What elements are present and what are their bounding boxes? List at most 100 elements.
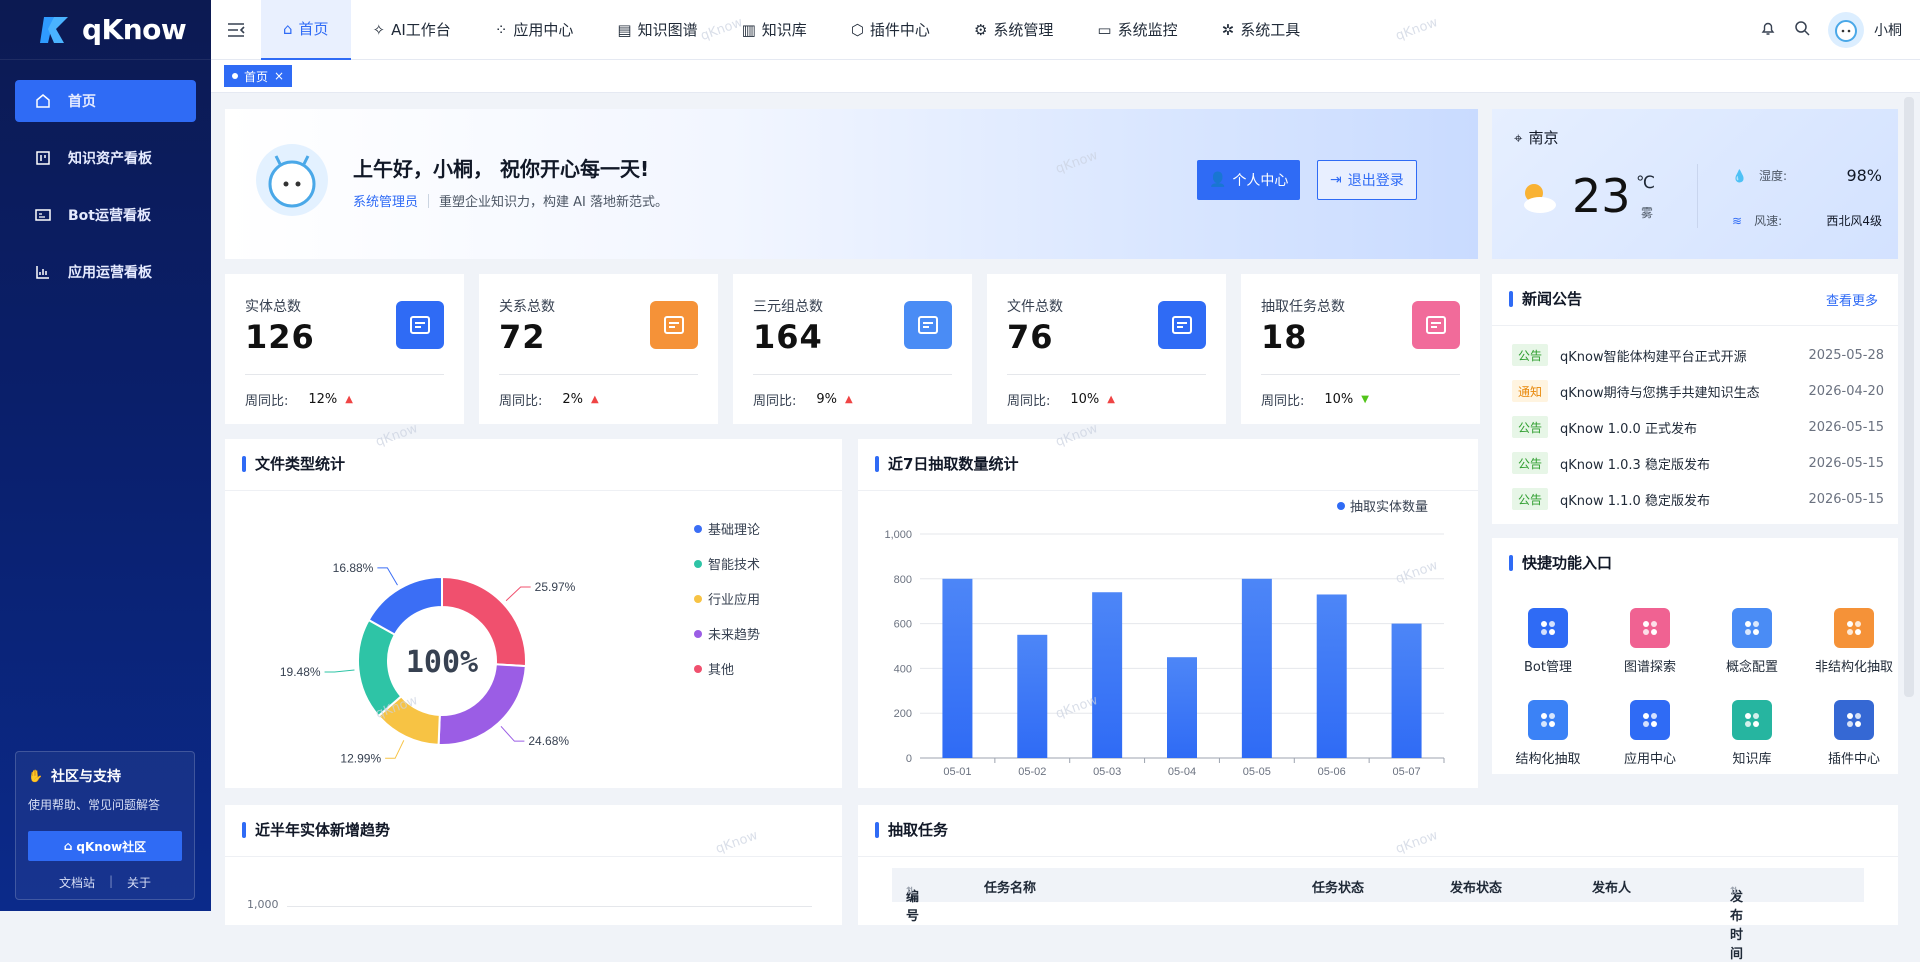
- nav-system-management[interactable]: ⚙ 系统管理: [952, 0, 1075, 60]
- bar[interactable]: [942, 578, 973, 758]
- bar[interactable]: [1316, 594, 1347, 758]
- legend-label[interactable]: 未来趋势: [708, 627, 760, 643]
- news-item[interactable]: 公告 qKnow智能体构建平台正式开源 2025-05-28: [1512, 343, 1884, 367]
- legend-label[interactable]: 基础理论: [708, 523, 760, 538]
- nav-ai-workbench[interactable]: ✧ AI工作台: [351, 0, 473, 60]
- nav-label: 系统管理: [993, 21, 1054, 39]
- logout-icon: ⇥: [1330, 172, 1342, 188]
- arrow-down-icon: ▼: [1361, 394, 1369, 405]
- nav-label: 知识图谱: [637, 21, 698, 39]
- stat-card: 实体总数 126 周同比: 12% ▲: [225, 274, 464, 424]
- bar[interactable]: [1391, 623, 1422, 758]
- ai-icon: ✧: [372, 20, 386, 39]
- quick-item[interactable]: 概念配置: [1702, 608, 1802, 675]
- pie-data-label: 12.99%: [340, 751, 381, 765]
- quick-item[interactable]: 图谱探索: [1600, 608, 1700, 675]
- news-date: 2025-05-28: [1808, 347, 1884, 363]
- view-more-link[interactable]: 查看更多: [1826, 290, 1878, 309]
- stat-icon: [396, 301, 444, 349]
- week-compare: 周同比: 12% ▲: [245, 390, 353, 409]
- pie-data-label: 24.68%: [528, 734, 569, 748]
- nav-knowledge-base[interactable]: ▥ 知识库: [720, 0, 829, 60]
- sidebar: qKnow 首页 知识资产看板 Bot运营看板 应用运营看板 ✋ 社区与支持 使用…: [0, 0, 211, 911]
- scrollbar[interactable]: [1904, 97, 1914, 697]
- docs-link[interactable]: 文档站: [59, 874, 95, 891]
- support-panel: ✋ 社区与支持 使用帮助、常见问题解答 ⌂ qKnow社区 文档站 | 关于: [15, 751, 195, 900]
- nav-system-monitor[interactable]: ▭ 系统监控: [1075, 0, 1199, 60]
- quick-item[interactable]: 非结构化抽取: [1804, 608, 1904, 675]
- humidity-row: 💧 湿度: 98%: [1732, 166, 1882, 185]
- quick-label: Bot管理: [1524, 660, 1572, 675]
- logo[interactable]: qKnow: [0, 0, 211, 60]
- bell-icon[interactable]: [1760, 20, 1776, 40]
- news-text: qKnow 1.1.0 稳定版发布: [1560, 493, 1710, 509]
- extract-chart-card: 近7日抽取数量统计 0 200 400 600 800 1,000 05-01 05-02 05…: [858, 439, 1478, 788]
- nav-home[interactable]: ⌂ 首页: [261, 0, 351, 60]
- nav-app-center[interactable]: ⁘ 应用中心: [473, 0, 596, 60]
- menu-fold-icon[interactable]: [211, 22, 261, 38]
- active-dot-icon: [232, 73, 238, 79]
- news-date: 2026-05-15: [1808, 455, 1884, 471]
- legend-label[interactable]: 行业应用: [708, 592, 760, 608]
- graph-explore-icon: [1630, 608, 1670, 648]
- legend-label[interactable]: 抽取实体数量: [1350, 500, 1428, 515]
- nav-label: 知识库: [761, 21, 807, 39]
- nav-knowledge-graph[interactable]: ▤ 知识图谱: [595, 0, 719, 60]
- nav-label: 插件中心: [869, 21, 930, 39]
- pie-leader-line: [385, 740, 405, 759]
- sidebar-item-bot-board[interactable]: Bot运营看板: [15, 194, 196, 236]
- quick-item[interactable]: Bot管理: [1498, 608, 1598, 675]
- sidebar-item-home[interactable]: 首页: [15, 80, 196, 122]
- tab-home[interactable]: 首页 ×: [224, 65, 293, 87]
- news-badge: 公告: [1512, 452, 1549, 474]
- divider: [1007, 374, 1206, 375]
- bar[interactable]: [1017, 634, 1048, 758]
- divider: [225, 856, 842, 857]
- library-icon: ▥: [741, 20, 756, 39]
- search-icon[interactable]: [1794, 20, 1810, 40]
- sidebar-item-app-board[interactable]: 应用运营看板: [15, 251, 196, 293]
- pie-data-label: 25.97%: [535, 580, 576, 594]
- humidity-label: 湿度:: [1758, 169, 1787, 183]
- news-badge: 通知: [1512, 380, 1549, 402]
- quick-item[interactable]: 插件中心: [1804, 700, 1904, 767]
- week-percent: 10%: [1324, 392, 1354, 407]
- news-item[interactable]: 公告 qKnow 1.0.3 稳定版发布 2026-05-15: [1512, 451, 1884, 475]
- cube-icon: [1528, 700, 1568, 740]
- sidebar-item-knowledge-board[interactable]: 知识资产看板: [15, 137, 196, 179]
- stat-label: 实体总数: [245, 299, 301, 315]
- news-text: qKnow 1.0.3 稳定版发布: [1560, 457, 1710, 473]
- title-bar: [242, 455, 246, 472]
- news-item[interactable]: 通知 qKnow期待与您携手共建知识生态 2026-04-20: [1512, 379, 1884, 403]
- community-button[interactable]: ⌂ qKnow社区: [28, 831, 182, 861]
- news-item[interactable]: 公告 qKnow 1.0.0 正式发布 2026-05-15: [1512, 415, 1884, 439]
- quick-item[interactable]: 结构化抽取: [1498, 700, 1598, 767]
- legend-label[interactable]: 其他: [708, 663, 734, 678]
- top-right: 小桐: [1760, 11, 1920, 48]
- avatar[interactable]: [1828, 11, 1864, 48]
- bar[interactable]: [1167, 657, 1197, 758]
- title-bar: [1509, 290, 1513, 307]
- divider: [858, 490, 1478, 491]
- week-compare: 周同比: 2% ▲: [499, 390, 599, 409]
- quick-item[interactable]: 应用中心: [1600, 700, 1700, 767]
- bar[interactable]: [1241, 578, 1272, 758]
- about-link[interactable]: 关于: [127, 874, 151, 891]
- news-text: qKnow期待与您携手共建知识生态: [1560, 385, 1760, 401]
- tools-icon: ✲: [1221, 20, 1235, 39]
- news-item[interactable]: 公告 qKnow 1.1.0 稳定版发布 2026-05-15: [1512, 487, 1884, 511]
- community-button-label: qKnow社区: [76, 839, 147, 854]
- user-name[interactable]: 小桐: [1874, 20, 1902, 40]
- quick-item[interactable]: 知识库: [1702, 700, 1802, 767]
- profile-button[interactable]: 👤 个人中心: [1197, 160, 1301, 200]
- logout-button[interactable]: ⇥ 退出登录: [1317, 160, 1417, 200]
- y-tick-label: 1,000: [884, 529, 912, 541]
- nav-system-tools[interactable]: ✲ 系统工具: [1200, 0, 1323, 60]
- welcome-subline: 系统管理员 重塑企业知识力，构建 AI 落地新范式。: [353, 191, 668, 210]
- bar[interactable]: [1092, 592, 1123, 758]
- nav-plugin-center[interactable]: ⬡ 插件中心: [829, 0, 952, 60]
- close-icon[interactable]: ×: [274, 69, 284, 83]
- pie-slice[interactable]: [367, 575, 443, 636]
- legend-marker: [694, 665, 702, 673]
- legend-label[interactable]: 智能技术: [708, 558, 760, 573]
